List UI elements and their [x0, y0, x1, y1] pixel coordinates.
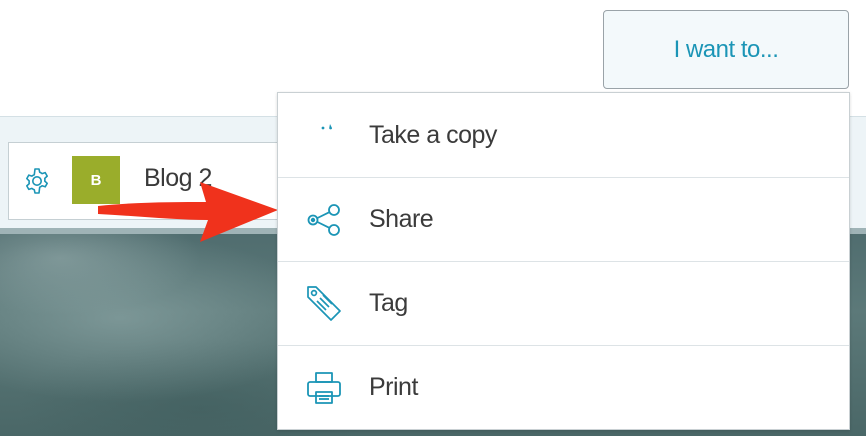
menu-item-label: Tag	[369, 289, 408, 317]
menu-item-share[interactable]: Share	[278, 177, 849, 261]
printer-icon	[304, 368, 344, 408]
menu-item-print[interactable]: Print	[278, 345, 849, 429]
copy-icon	[304, 115, 344, 155]
menu-item-label: Take a copy	[369, 120, 497, 149]
tag-icon	[304, 284, 344, 324]
menu-item-take-a-copy[interactable]: Take a copy	[278, 93, 849, 177]
i-want-to-button[interactable]: I want to...	[603, 10, 849, 89]
menu-item-tag[interactable]: Tag	[278, 261, 849, 345]
share-icon	[304, 200, 344, 240]
i-want-to-label: I want to...	[673, 35, 779, 63]
i-want-to-menu: Take a copy Share Tag Print	[277, 92, 850, 430]
gear-icon[interactable]	[22, 166, 52, 196]
red-arrow-icon	[98, 182, 278, 242]
menu-item-label: Print	[369, 373, 418, 401]
menu-item-label: Share	[369, 205, 434, 233]
